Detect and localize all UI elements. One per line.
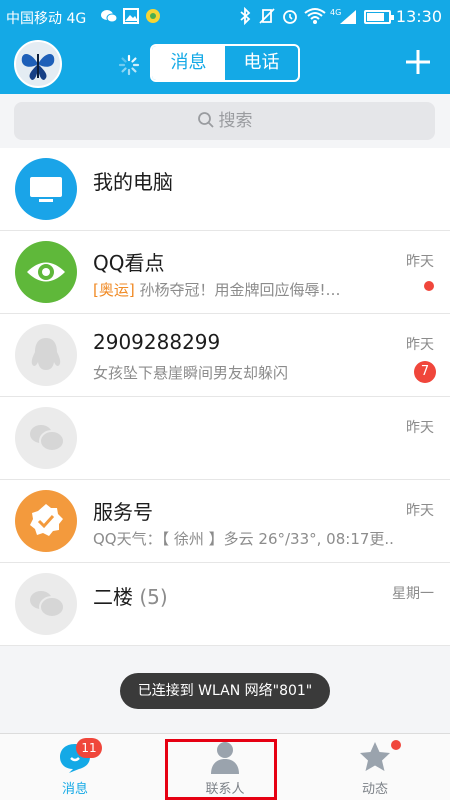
wifi-icon	[304, 7, 326, 25]
group-name: 二楼	[93, 585, 133, 609]
nav-messages[interactable]: 11 消息	[0, 734, 150, 800]
app-notification-icon	[144, 7, 162, 25]
gallery-icon	[122, 7, 140, 25]
conversation-group[interactable]: 昨天	[0, 397, 450, 480]
nav-label: 消息	[61, 782, 88, 797]
chat-bubbles-icon	[15, 407, 77, 469]
verified-badge-icon	[15, 490, 77, 552]
message-call-switch: 消息 电话	[150, 44, 300, 82]
nav-messages-badge: 11	[76, 738, 102, 758]
conversation-list: 我的电脑 QQ看点 [奥运] 孙杨夺冠！用金牌回应侮辱!… 昨天 2909288…	[0, 148, 450, 646]
bluetooth-icon	[236, 6, 254, 26]
vibrate-off-icon	[258, 7, 276, 25]
monitor-icon	[15, 158, 77, 220]
status-bar: 中国移动 4G 4G 13:30	[0, 0, 450, 34]
add-plus-icon[interactable]	[400, 44, 436, 80]
conversation-time: 昨天	[406, 420, 434, 436]
unread-dot	[424, 281, 434, 291]
nav-moments[interactable]: 动态	[300, 734, 450, 800]
top-header: 消息 电话	[0, 34, 450, 94]
conversation-my-computer[interactable]: 我的电脑	[0, 148, 450, 231]
unread-count-badge: 7	[414, 361, 436, 383]
carrier-label: 中国移动 4G	[6, 11, 87, 27]
my-avatar[interactable]	[14, 40, 62, 88]
conversation-name: 二楼 (5)	[93, 581, 168, 610]
tab-calls[interactable]: 电话	[225, 46, 298, 80]
conversation-name: 我的电脑	[93, 170, 173, 194]
preview-tag: [奥运]	[93, 281, 135, 299]
conversation-name: 服务号	[93, 500, 153, 524]
conversation-time: 昨天	[406, 337, 434, 353]
conversation-time: 昨天	[406, 254, 434, 270]
conversation-time: 星期一	[392, 586, 434, 602]
conversation-preview: 女孩坠下悬崖瞬间男友却躲闪	[93, 364, 289, 382]
alarm-icon	[281, 7, 299, 25]
wifi-connected-toast: 已连接到 WLAN 网络"801"	[120, 673, 330, 709]
eye-icon	[15, 241, 77, 303]
loading-spinner-icon	[118, 54, 140, 76]
wechat-icon	[100, 7, 118, 25]
conversation-service-accounts[interactable]: 服务号 QQ天气：【 徐州 】多云 26°/33°, 08:17更... 昨天	[0, 480, 450, 563]
member-count: (5)	[139, 585, 168, 609]
conversation-qq-kandian[interactable]: QQ看点 [奥运] 孙杨夺冠！用金牌回应侮辱!… 昨天	[0, 231, 450, 314]
search-icon	[197, 112, 214, 128]
search-placeholder: 搜索	[218, 111, 253, 131]
clock: 13:30	[395, 7, 442, 26]
tab-messages[interactable]: 消息	[152, 46, 225, 80]
search-input[interactable]: 搜索	[14, 102, 435, 140]
nav-label: 动态	[361, 782, 388, 797]
penguin-icon	[15, 324, 77, 386]
svg-text:4G: 4G	[330, 8, 341, 17]
star-icon	[357, 740, 393, 774]
battery-icon	[364, 10, 394, 24]
chat-bubbles-icon	[15, 573, 77, 635]
conversation-preview: [奥运] 孙杨夺冠！用金牌回应侮辱!…	[93, 279, 341, 300]
contacts-highlight-box	[165, 739, 277, 800]
signal-icon: 4G	[330, 7, 358, 25]
preview-text: 孙杨夺冠！用金牌回应侮辱!…	[139, 281, 341, 299]
nav-moments-dot	[391, 740, 401, 750]
conversation-name: 2909288299	[93, 330, 221, 354]
conversation-time: 昨天	[406, 503, 434, 519]
search-area: 搜索	[0, 94, 450, 148]
conversation-second-floor[interactable]: 二楼 (5) 星期一	[0, 563, 450, 646]
conversation-name: QQ看点	[93, 251, 165, 275]
conversation-preview: QQ天气：【 徐州 】多云 26°/33°, 08:17更...	[93, 530, 393, 548]
conversation-2909288299[interactable]: 2909288299 女孩坠下悬崖瞬间男友却躲闪 昨天 7	[0, 314, 450, 397]
